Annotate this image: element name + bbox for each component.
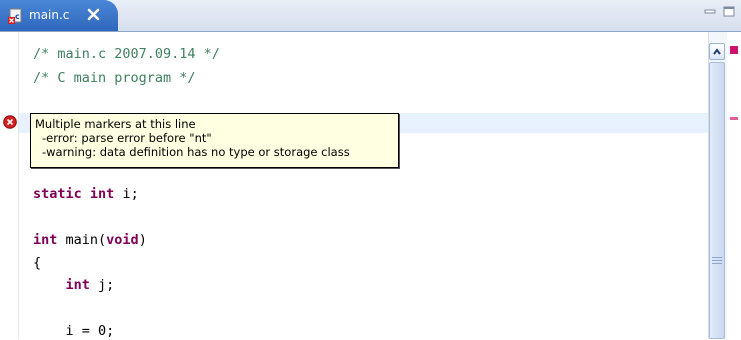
code-keyword: static bbox=[33, 186, 82, 202]
code-comment: /* main.c 2007.09.14 */ bbox=[33, 46, 220, 62]
tab-main-c[interactable]: c main.c bbox=[0, 0, 118, 31]
markers-tooltip: Multiple markers at this line -error: pa… bbox=[30, 113, 399, 168]
overview-error-summary-icon[interactable] bbox=[730, 46, 738, 54]
code-keyword: int bbox=[89, 186, 115, 202]
code-line[interactable]: { bbox=[33, 255, 41, 272]
code-text: j; bbox=[89, 277, 115, 293]
code-keyword: int bbox=[33, 232, 58, 248]
vertical-ruler[interactable] bbox=[0, 32, 19, 339]
code-line[interactable]: int main(void) bbox=[33, 232, 147, 249]
tooltip-title: Multiple markers at this line bbox=[35, 117, 196, 131]
code-text: main( bbox=[57, 232, 107, 248]
scroll-up-button[interactable] bbox=[709, 43, 725, 60]
chevron-up-icon bbox=[713, 48, 721, 55]
c-source-file-error-icon: c bbox=[8, 8, 22, 24]
maximize-icon[interactable] bbox=[723, 6, 735, 17]
code-comment: /* C main program */ bbox=[33, 70, 196, 86]
code-line[interactable]: /* C main program */ bbox=[33, 70, 196, 87]
tab-label: main.c bbox=[29, 8, 70, 22]
code-line[interactable]: /* main.c 2007.09.14 */ bbox=[33, 46, 220, 63]
thumb-grip-line bbox=[712, 260, 722, 261]
code-keyword: int bbox=[65, 277, 90, 293]
code-text: i; bbox=[114, 186, 139, 202]
code-keyword: void bbox=[106, 232, 139, 248]
code-text: { bbox=[33, 255, 42, 271]
tooltip-error-item: -error: parse error before "nt" bbox=[42, 131, 212, 145]
scrollbar-thumb[interactable] bbox=[709, 62, 725, 339]
overview-error-marker[interactable] bbox=[730, 117, 738, 120]
close-icon[interactable] bbox=[87, 8, 100, 21]
editor-tab-bar: c main.c bbox=[0, 0, 741, 31]
code-line[interactable]: i = 0; bbox=[33, 323, 115, 340]
minimize-icon[interactable] bbox=[704, 6, 716, 17]
code-text: ) bbox=[138, 232, 147, 248]
overview-ruler[interactable] bbox=[727, 32, 741, 339]
code-line[interactable]: int j; bbox=[33, 277, 115, 294]
thumb-grip-line bbox=[712, 263, 722, 264]
tooltip-warning-item: -warning: data definition has no type or… bbox=[42, 145, 350, 159]
svg-text:c: c bbox=[15, 12, 20, 21]
thumb-grip-line bbox=[712, 257, 722, 258]
code-text: i = 0; bbox=[33, 323, 115, 339]
code-line[interactable]: static int i; bbox=[33, 186, 139, 203]
error-icon[interactable] bbox=[3, 115, 17, 129]
